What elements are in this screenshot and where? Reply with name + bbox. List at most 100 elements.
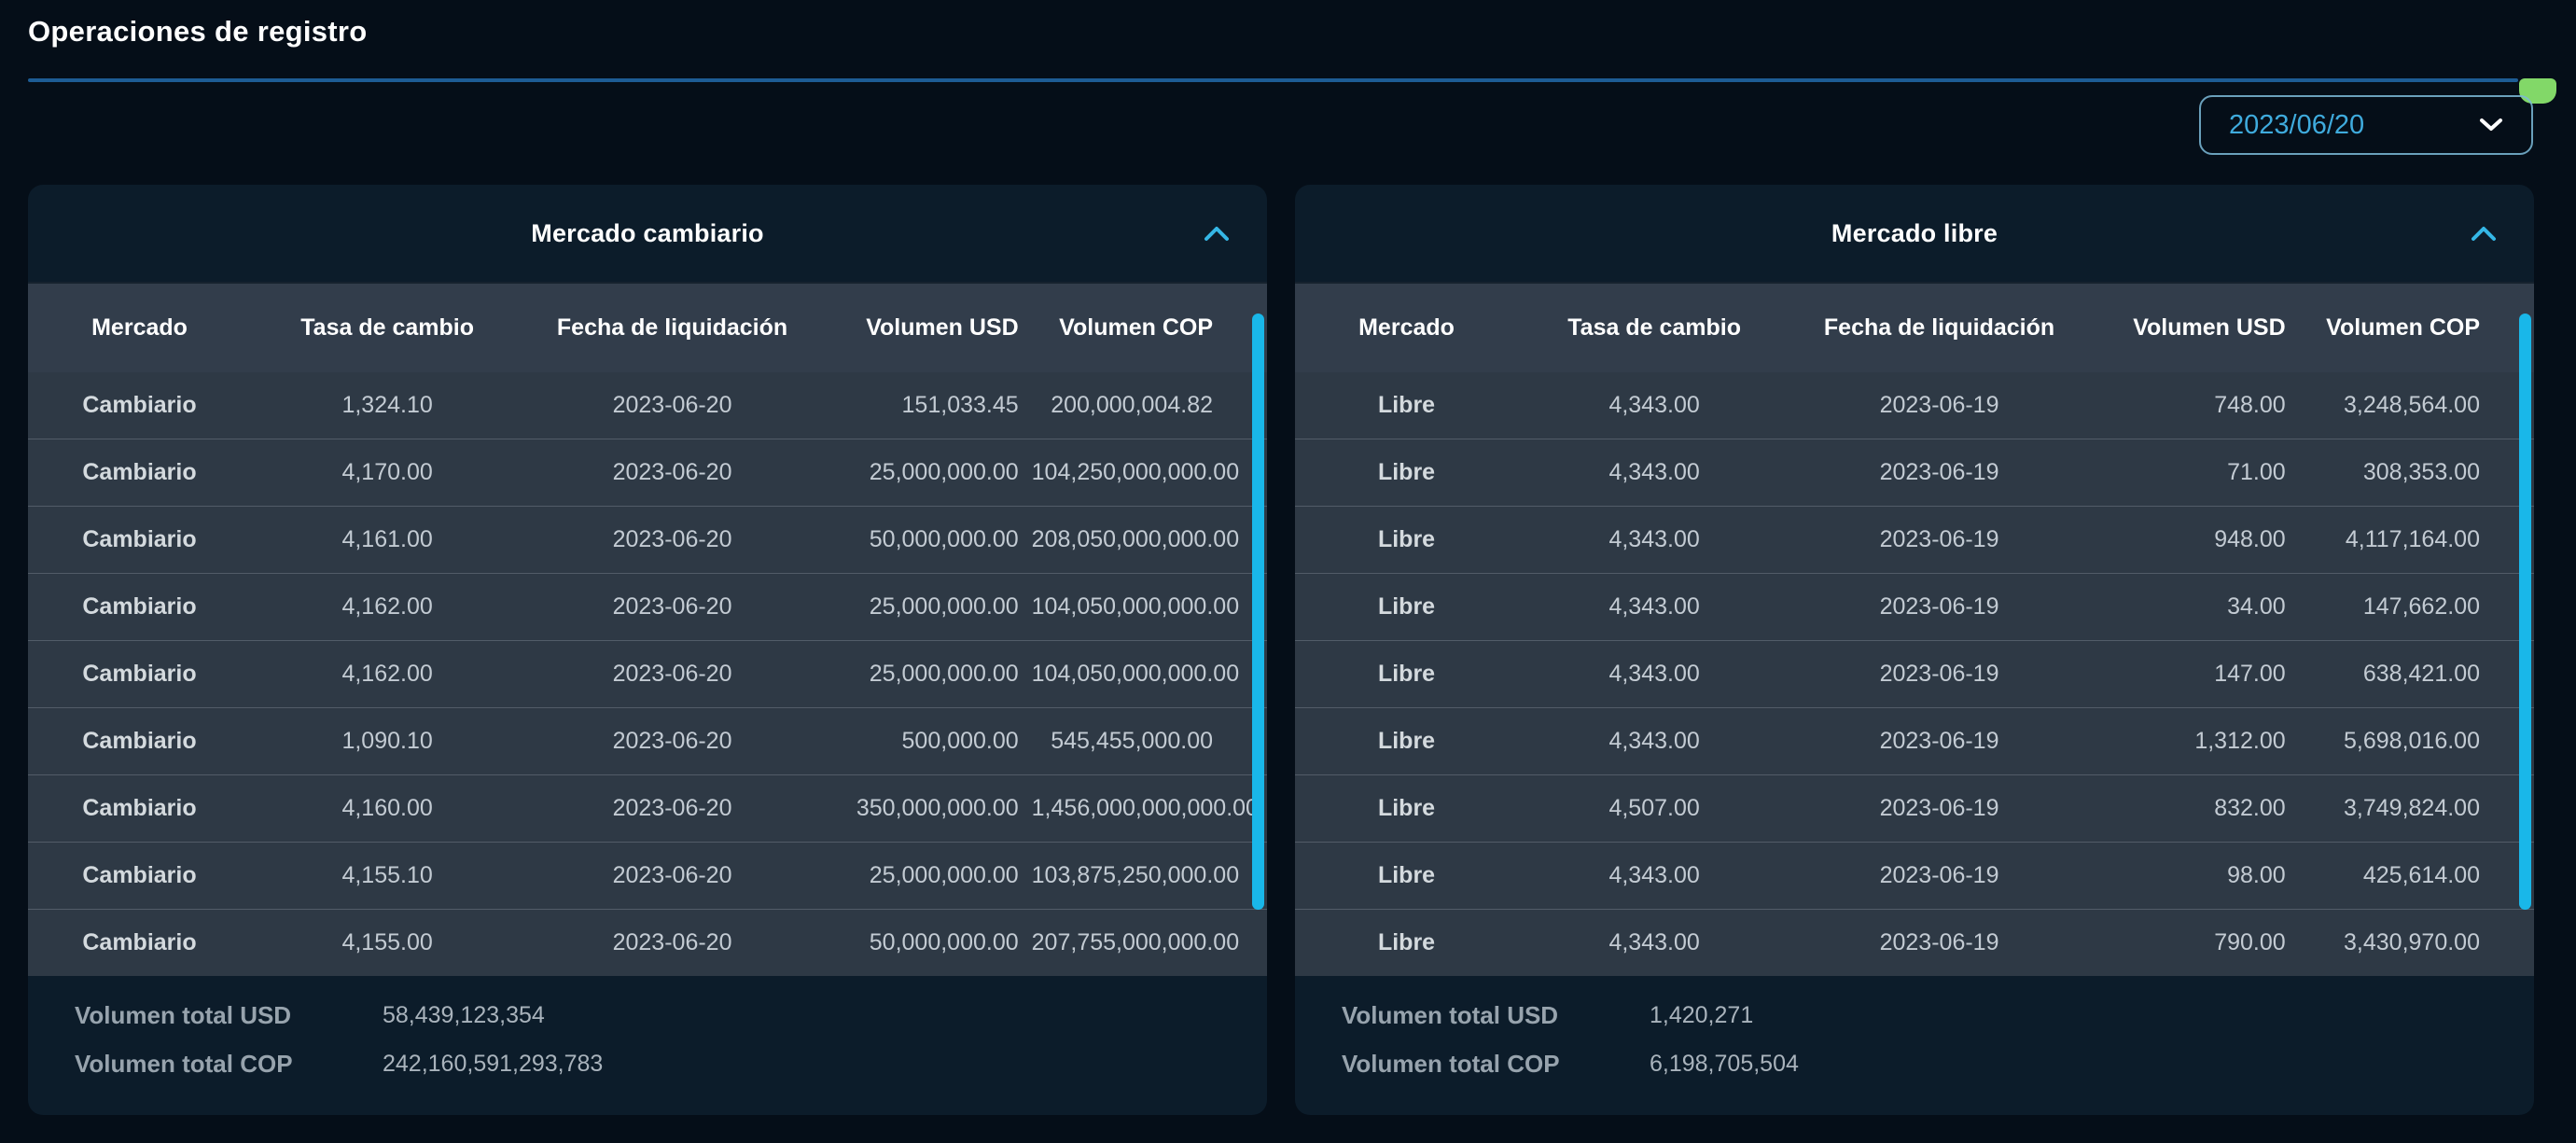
table-cell: 2023-06-19 xyxy=(1790,439,2088,507)
table-cell: Cambiario xyxy=(28,439,252,507)
table-cell: 4,343.00 xyxy=(1518,372,1791,439)
table-row[interactable]: Cambiario 4,162.00 2023-06-20 25,000,000.00… xyxy=(28,640,1267,708)
table-cell: 2023-06-20 xyxy=(523,842,821,910)
table-cell: Cambiario xyxy=(28,640,252,708)
column-header-mercado: Mercado xyxy=(28,284,252,372)
table-cell: 5,698,016.00 xyxy=(2298,707,2534,775)
table-cell: 208,050,000,000.00 xyxy=(1031,506,1267,574)
table-cell: 1,090.10 xyxy=(251,707,524,775)
column-header-volumen-cop: Volumen COP xyxy=(2298,284,2534,372)
table-cell: 2023-06-20 xyxy=(523,506,821,574)
table-cell: 3,749,824.00 xyxy=(2298,774,2534,843)
chevron-down-icon xyxy=(2480,118,2502,131)
totals-section: Volumen total USD 58,439,123,354 Volumen… xyxy=(28,976,1267,1115)
date-selector[interactable]: 2023/06/20 xyxy=(2199,95,2533,155)
table-row[interactable]: Libre 4,343.00 2023-06-19 71.00 308,353.00 xyxy=(1295,439,2534,507)
table-cell: 104,250,000,000.00 xyxy=(1031,439,1267,507)
table-cell: Cambiario xyxy=(28,506,252,574)
table-cell: 4,507.00 xyxy=(1518,774,1791,843)
panel-header[interactable]: Mercado libre xyxy=(1295,185,2534,284)
table-cell: 2023-06-19 xyxy=(1790,774,2088,843)
table-cell: 147.00 xyxy=(2087,640,2299,708)
table-row[interactable]: Cambiario 4,160.00 2023-06-20 350,000,000.0… xyxy=(28,774,1267,843)
total-usd-row: Volumen total USD 1,420,271 xyxy=(1342,995,2534,1036)
table-cell: 4,161.00 xyxy=(251,506,524,574)
table-row[interactable]: Cambiario 4,155.10 2023-06-20 25,000,000.00… xyxy=(28,842,1267,910)
table-cell: 4,343.00 xyxy=(1518,707,1791,775)
table-cell: 25,000,000.00 xyxy=(820,640,1032,708)
total-usd-value: 58,439,123,354 xyxy=(383,1001,545,1028)
total-usd-label: Volumen total USD xyxy=(1342,1000,1559,1029)
table-row[interactable]: Cambiario 4,155.00 2023-06-20 50,000,000.00… xyxy=(28,909,1267,976)
table-cell: 4,343.00 xyxy=(1518,909,1791,976)
table-cell: Libre xyxy=(1295,573,1519,641)
table-cell: Cambiario xyxy=(28,573,252,641)
table-row[interactable]: Libre 4,343.00 2023-06-19 1,312.00 5,698,016… xyxy=(1295,707,2534,775)
total-cop-row: Volumen total COP 6,198,705,504 xyxy=(1342,1043,2534,1084)
panels-container: Mercado cambiario Mercado Tasa de cambio… xyxy=(28,185,2534,1115)
totals-section: Volumen total USD 1,420,271 Volumen tota… xyxy=(1295,976,2534,1115)
vertical-scrollbar[interactable] xyxy=(2519,314,2531,910)
table-cell: 25,000,000.00 xyxy=(820,439,1032,507)
table-row[interactable]: Cambiario 4,170.00 2023-06-20 25,000,000.00… xyxy=(28,439,1267,507)
table-cell: 4,343.00 xyxy=(1518,842,1791,910)
table-cell: 50,000,000.00 xyxy=(820,506,1032,574)
table-cell: 1,312.00 xyxy=(2087,707,2299,775)
table-cell: 4,117,164.00 xyxy=(2298,506,2534,574)
table-row[interactable]: Cambiario 4,162.00 2023-06-20 25,000,000.00… xyxy=(28,573,1267,641)
table-cell: Libre xyxy=(1295,640,1519,708)
panel-title: Mercado cambiario xyxy=(531,218,764,247)
table-cell: Cambiario xyxy=(28,909,252,976)
column-header-tasa: Tasa de cambio xyxy=(1518,284,1791,372)
table-cell: 500,000.00 xyxy=(820,707,1032,775)
table-row[interactable]: Libre 4,343.00 2023-06-19 948.00 4,117,164.0… xyxy=(1295,506,2534,574)
table-cell: 2023-06-20 xyxy=(523,774,821,843)
table-row[interactable]: Cambiario 4,161.00 2023-06-20 50,000,000.00… xyxy=(28,506,1267,574)
chevron-up-icon[interactable] xyxy=(2471,226,2497,242)
table-cell: 147,662.00 xyxy=(2298,573,2534,641)
table-cell: 25,000,000.00 xyxy=(820,842,1032,910)
table-cell: Libre xyxy=(1295,439,1519,507)
table-row[interactable]: Libre 4,343.00 2023-06-19 34.00 147,662.00 xyxy=(1295,573,2534,641)
table-cell: 2023-06-19 xyxy=(1790,640,2088,708)
column-header-volumen-usd: Volumen USD xyxy=(820,284,1032,372)
table-cell: Cambiario xyxy=(28,707,252,775)
total-usd-row: Volumen total USD 58,439,123,354 xyxy=(75,995,1267,1036)
vertical-scrollbar[interactable] xyxy=(1252,314,1264,910)
date-value: 2023/06/20 xyxy=(2229,109,2365,140)
total-cop-value: 6,198,705,504 xyxy=(1650,1050,1799,1077)
table-cell: 2023-06-20 xyxy=(523,707,821,775)
table-cell: 50,000,000.00 xyxy=(820,909,1032,976)
panel-header[interactable]: Mercado cambiario xyxy=(28,185,1267,284)
table-cell: Libre xyxy=(1295,506,1519,574)
operations-table: Mercado Tasa de cambio Fecha de liquidac… xyxy=(28,284,1267,976)
table-cell: 832.00 xyxy=(2087,774,2299,843)
column-header-volumen-cop: Volumen COP xyxy=(1031,284,1267,372)
table-body: Cambiario 1,324.10 2023-06-20 151,033.45 200… xyxy=(28,372,1267,976)
chevron-up-icon[interactable] xyxy=(1204,226,1230,242)
table-cell: 4,155.10 xyxy=(251,842,524,910)
table-cell: 425,614.00 xyxy=(2298,842,2534,910)
table-cell: 4,162.00 xyxy=(251,573,524,641)
table-row[interactable]: Cambiario 1,324.10 2023-06-20 151,033.45 200… xyxy=(28,372,1267,439)
table-cell: 3,430,970.00 xyxy=(2298,909,2534,976)
table-row[interactable]: Libre 4,343.00 2023-06-19 748.00 3,248,564.0… xyxy=(1295,372,2534,439)
total-cop-value: 242,160,591,293,783 xyxy=(383,1050,604,1077)
table-row[interactable]: Libre 4,343.00 2023-06-19 98.00 425,614.00 xyxy=(1295,842,2534,910)
table-cell: 545,455,000.00 xyxy=(1031,707,1267,775)
table-cell: 2023-06-19 xyxy=(1790,506,2088,574)
table-cell: Libre xyxy=(1295,909,1519,976)
table-cell: 4,162.00 xyxy=(251,640,524,708)
table-row[interactable]: Cambiario 1,090.10 2023-06-20 500,000.00 545… xyxy=(28,707,1267,775)
table-row[interactable]: Libre 4,343.00 2023-06-19 790.00 3,430,970.0… xyxy=(1295,909,2534,976)
table-cell: Cambiario xyxy=(28,372,252,439)
table-cell: 790.00 xyxy=(2087,909,2299,976)
table-row[interactable]: Libre 4,343.00 2023-06-19 147.00 638,421.00 xyxy=(1295,640,2534,708)
page-title: Operaciones de registro xyxy=(28,15,368,48)
table-cell: 2023-06-19 xyxy=(1790,707,2088,775)
table-cell: 34.00 xyxy=(2087,573,2299,641)
column-header-fecha: Fecha de liquidación xyxy=(1790,284,2088,372)
table-cell: Libre xyxy=(1295,774,1519,843)
table-row[interactable]: Libre 4,507.00 2023-06-19 832.00 3,749,824.0… xyxy=(1295,774,2534,843)
table-cell: 748.00 xyxy=(2087,372,2299,439)
